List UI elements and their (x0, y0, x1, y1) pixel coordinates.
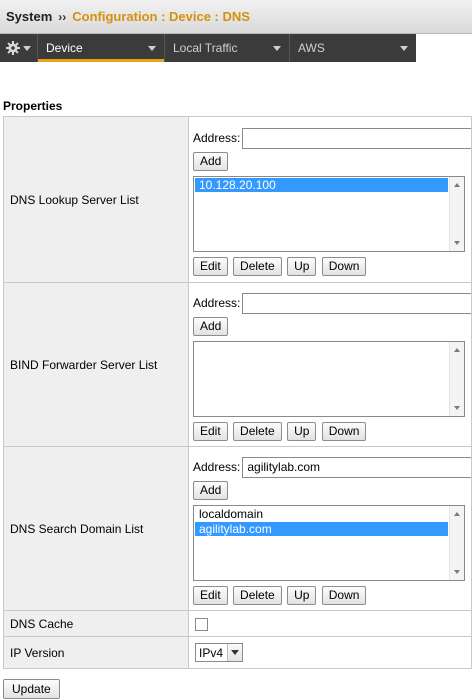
dns-lookup-add-button[interactable]: Add (193, 152, 229, 171)
tab-device[interactable]: Device (38, 34, 165, 62)
bind-forwarder-up-button[interactable]: Up (287, 422, 317, 441)
dns-lookup-delete-button[interactable]: Delete (233, 257, 282, 276)
tab-aws-label: AWS (298, 41, 325, 55)
gear-icon (6, 41, 20, 55)
address-label: Address: (193, 460, 241, 474)
properties-table: DNS Lookup Server List Address: Add 10.1… (3, 116, 472, 669)
dns-cache-value (188, 610, 472, 637)
chevron-down-icon (148, 45, 156, 51)
dns-lookup-address-input[interactable] (242, 127, 471, 149)
dns-search-add-button[interactable]: Add (193, 481, 229, 500)
chevron-down-icon[interactable] (227, 644, 243, 661)
bind-forwarder-add-button[interactable]: Add (193, 317, 229, 336)
scroll-up-icon[interactable] (454, 183, 460, 187)
dns-search-label: DNS Search Domain List (3, 446, 189, 611)
dns-lookup-edit-button[interactable]: Edit (193, 257, 228, 276)
dns-search-down-button[interactable]: Down (321, 586, 367, 605)
tab-local-traffic[interactable]: Local Traffic (165, 34, 290, 62)
ip-version-label: IP Version (3, 636, 189, 669)
tab-local-traffic-label: Local Traffic (173, 41, 238, 55)
list-item[interactable]: localdomain (195, 507, 448, 521)
bind-forwarder-label: BIND Forwarder Server List (3, 282, 189, 447)
row-dns-cache: DNS Cache (3, 610, 472, 637)
chevron-down-icon (400, 45, 408, 51)
address-label: Address: (193, 296, 241, 310)
bind-forwarder-value: Address: Add Edit Delete Up Down (188, 282, 472, 447)
listbox-scrollbar[interactable] (449, 506, 464, 580)
listbox-scrollbar[interactable] (449, 342, 464, 416)
dns-lookup-label: DNS Lookup Server List (3, 116, 189, 283)
bind-forwarder-address-input[interactable] (242, 292, 471, 314)
bind-forwarder-edit-button[interactable]: Edit (193, 422, 228, 441)
bind-forwarder-down-button[interactable]: Down (321, 422, 367, 441)
breadcrumb-system[interactable]: System (6, 9, 52, 24)
dns-lookup-up-button[interactable]: Up (287, 257, 317, 276)
dns-search-listbox[interactable]: localdomain agilitylab.com (193, 505, 465, 581)
list-item[interactable]: agilitylab.com (195, 522, 448, 536)
dns-search-value: Address: Add localdomain agilitylab.com … (188, 446, 472, 611)
chevron-down-icon (273, 45, 281, 51)
breadcrumb: System ›› Configuration : Device : DNS (0, 0, 472, 34)
dns-search-up-button[interactable]: Up (287, 586, 317, 605)
ip-version-select[interactable]: IPv4 (195, 643, 244, 662)
scroll-down-icon[interactable] (454, 241, 460, 245)
address-label: Address: (193, 131, 241, 145)
breadcrumb-separator: ›› (58, 9, 67, 24)
dns-search-delete-button[interactable]: Delete (233, 586, 282, 605)
dns-cache-checkbox[interactable] (195, 617, 208, 631)
gear-menu-button[interactable] (0, 34, 38, 62)
dns-lookup-value: Address: Add 10.128.20.100 Edit Delete U… (188, 116, 472, 283)
bind-forwarder-delete-button[interactable]: Delete (233, 422, 282, 441)
list-item[interactable]: 10.128.20.100 (195, 178, 448, 192)
tab-device-label: Device (46, 41, 83, 55)
row-dns-search: DNS Search Domain List Address: Add loca… (3, 446, 472, 611)
dns-search-address-input[interactable] (242, 456, 471, 478)
row-ip-version: IP Version IPv4 (3, 636, 472, 669)
dns-lookup-down-button[interactable]: Down (321, 257, 367, 276)
update-button[interactable]: Update (3, 679, 60, 699)
scroll-up-icon[interactable] (454, 512, 460, 516)
tab-aws[interactable]: AWS (290, 34, 416, 62)
chevron-down-icon (23, 45, 31, 51)
menu-bar: Device Local Traffic AWS (0, 34, 416, 62)
dns-cache-label: DNS Cache (3, 610, 189, 637)
row-dns-lookup: DNS Lookup Server List Address: Add 10.1… (3, 116, 472, 283)
dns-search-edit-button[interactable]: Edit (193, 586, 228, 605)
breadcrumb-path: Configuration : Device : DNS (72, 9, 250, 24)
row-bind-forwarder: BIND Forwarder Server List Address: Add … (3, 282, 472, 447)
dns-lookup-listbox[interactable]: 10.128.20.100 (193, 176, 465, 252)
section-title: Properties (3, 99, 63, 113)
listbox-scrollbar[interactable] (449, 177, 464, 251)
scroll-down-icon[interactable] (454, 406, 460, 410)
ip-version-selected: IPv4 (199, 645, 224, 660)
scroll-up-icon[interactable] (454, 348, 460, 352)
ip-version-value: IPv4 (188, 636, 472, 669)
bind-forwarder-listbox[interactable] (193, 341, 465, 417)
scroll-down-icon[interactable] (454, 570, 460, 574)
